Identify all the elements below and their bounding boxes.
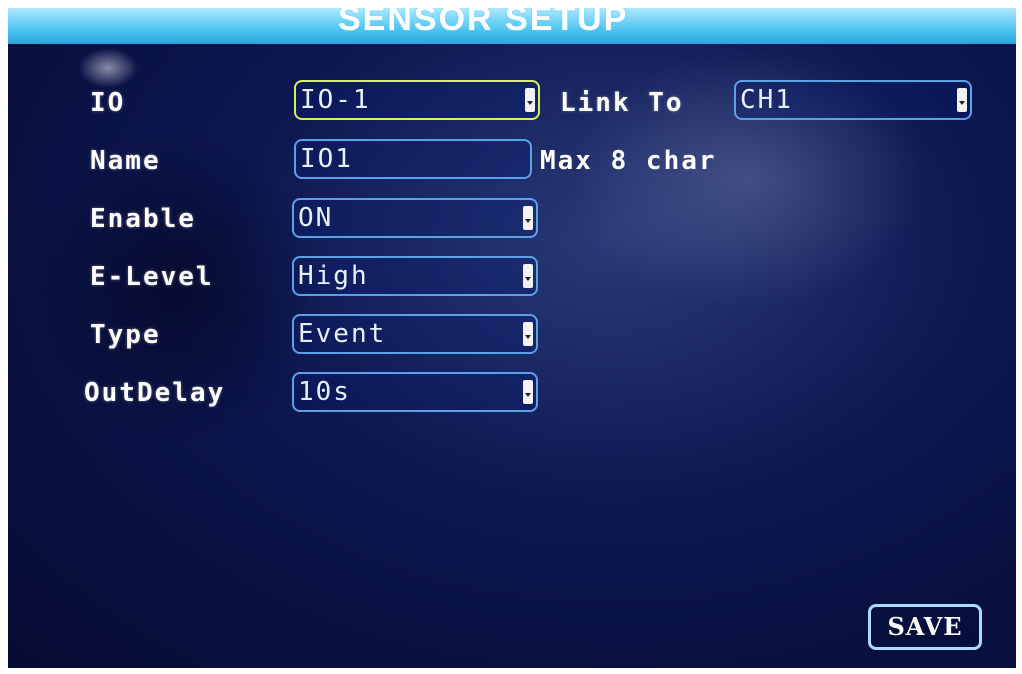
e-level-select-value: High: [298, 261, 369, 291]
title-bar: SENSOR SETUP: [8, 8, 1016, 44]
link-to-label: Link To: [560, 88, 684, 118]
name-input-value: IO1: [300, 144, 353, 174]
dropdown-arrow-icon[interactable]: [525, 88, 535, 112]
page-title: SENSOR SETUP: [338, 8, 629, 38]
out-delay-select-value: 10s: [298, 377, 351, 407]
link-to-select-value: CH1: [740, 85, 793, 115]
dropdown-arrow-icon[interactable]: [523, 322, 533, 346]
name-label: Name: [90, 146, 161, 176]
dropdown-arrow-icon[interactable]: [957, 88, 967, 112]
io-select-value: IO-1: [300, 85, 371, 115]
enable-label: Enable: [90, 204, 196, 234]
name-input[interactable]: IO1: [294, 139, 532, 179]
save-button[interactable]: SAVE: [868, 604, 982, 650]
sensor-setup-screen: SENSOR SETUP IO IO-1 Link To CH1 Name IO…: [8, 8, 1016, 668]
io-label: IO: [90, 88, 126, 118]
io-select[interactable]: IO-1: [294, 80, 540, 120]
dropdown-arrow-icon[interactable]: [523, 206, 533, 230]
e-level-label: E-Level: [90, 262, 214, 292]
name-hint: Max 8 char: [540, 146, 717, 176]
enable-select-value: ON: [298, 203, 334, 233]
dropdown-arrow-icon[interactable]: [523, 380, 533, 404]
type-select-value: Event: [298, 319, 387, 349]
out-delay-select[interactable]: 10s: [292, 372, 538, 412]
type-select[interactable]: Event: [292, 314, 538, 354]
type-label: Type: [90, 320, 161, 350]
screen-highlight: [78, 48, 138, 88]
out-delay-label: OutDelay: [84, 378, 226, 408]
e-level-select[interactable]: High: [292, 256, 538, 296]
enable-select[interactable]: ON: [292, 198, 538, 238]
link-to-select[interactable]: CH1: [734, 80, 972, 120]
dropdown-arrow-icon[interactable]: [523, 264, 533, 288]
